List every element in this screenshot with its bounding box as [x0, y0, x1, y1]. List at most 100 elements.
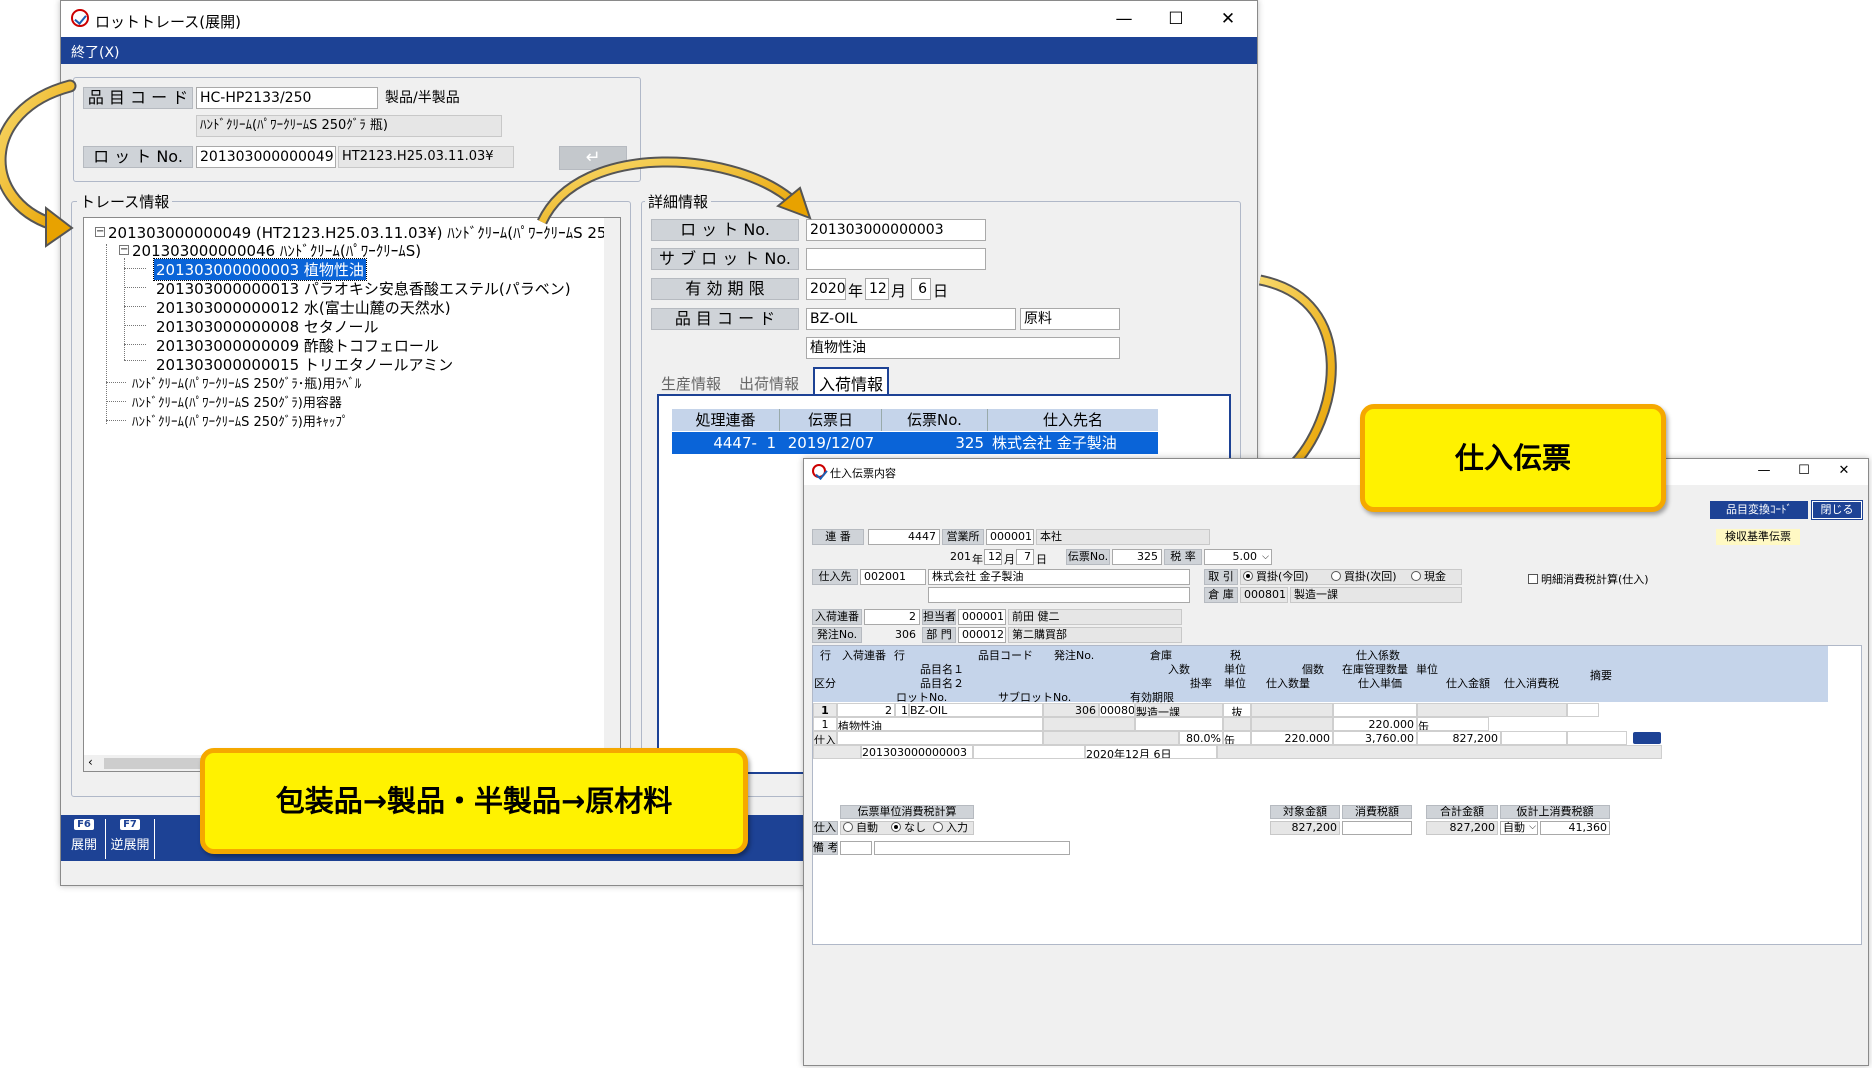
convert-code-button[interactable]: 品目変換ｺｰﾄﾞ — [1710, 501, 1808, 519]
r2-blank2 — [1135, 717, 1223, 731]
soko-code[interactable]: 000801 — [1240, 587, 1288, 603]
r1-hachu[interactable]: 306 — [1043, 703, 1099, 717]
h-unit2: 単位 — [1416, 663, 1438, 676]
kari-value[interactable]: 41,360 — [1540, 821, 1610, 835]
r1-blank — [1251, 703, 1333, 717]
r2-factor[interactable]: 220.000 — [1333, 717, 1417, 731]
torihiki-label: 取 引 — [1204, 569, 1238, 585]
r2-unit[interactable]: 缶 — [1417, 717, 1489, 731]
slip-no-label: 伝票No. — [1066, 549, 1110, 565]
radio-auto[interactable]: 自動 — [843, 822, 878, 834]
r3-qty[interactable]: 220.000 — [1251, 731, 1333, 745]
r2-n[interactable]: 1 — [813, 717, 837, 731]
shohi-label: 消費税額 — [1342, 805, 1412, 819]
r4-blank — [813, 745, 861, 759]
flow-callout: 包装品→製品・半製品→原材料 — [200, 748, 748, 854]
sub-close-icon[interactable]: ✕ — [1824, 459, 1864, 487]
chevron-down-icon: ⌵ — [1529, 822, 1536, 832]
shohi-input[interactable] — [1342, 821, 1412, 835]
radio-on-icon — [891, 822, 901, 832]
tax-rate-value: 5.00 — [1232, 550, 1258, 563]
supplier-label: 仕入先 — [812, 569, 858, 585]
kari-label: 仮計上消費税額 — [1500, 805, 1610, 819]
r1-gyo[interactable]: 1 — [895, 703, 909, 717]
grid-header-row4 — [813, 688, 1828, 702]
supplier-name: 株式会社 金子製油 — [928, 569, 1190, 585]
kari-mode-select[interactable]: 自動 ⌵ — [1500, 821, 1538, 835]
radio-kakeuri-next[interactable]: 買掛(次回) — [1331, 570, 1397, 584]
slip-no-input[interactable]: 325 — [1112, 549, 1162, 565]
close-button[interactable]: 閉じる — [1811, 500, 1863, 520]
r3-amount[interactable]: 827,200 — [1417, 731, 1501, 745]
r1-code[interactable]: BZ-OIL — [909, 703, 1043, 717]
r3-blank — [1043, 731, 1179, 745]
calc-radio-group: 自動 なし 入力 — [840, 821, 974, 835]
h-unit3: 単位 — [1224, 677, 1246, 690]
calc-label: 伝票単位消費税計算 — [840, 805, 974, 819]
r1-line[interactable]: 1 — [813, 703, 837, 717]
r3-shohi[interactable] — [1501, 731, 1567, 745]
arrow-left — [0, 79, 77, 231]
r1-blank4 — [1567, 703, 1599, 717]
office-code[interactable]: 000001 — [986, 529, 1034, 545]
r4-lot[interactable]: 201303000000003 — [861, 745, 973, 759]
h-kubun: 区分 — [814, 677, 836, 690]
radio-kakeuri-now[interactable]: 買掛(今回) — [1243, 570, 1309, 584]
acceptance-badge: 検収基準伝票 — [1716, 529, 1800, 545]
radio-none[interactable]: なし — [891, 822, 926, 834]
r3-rate[interactable]: 80.0% — [1179, 731, 1223, 745]
radio-cash[interactable]: 現金 — [1411, 570, 1446, 584]
r3-tekiyo[interactable] — [1567, 731, 1627, 745]
supplier-name-2 — [928, 587, 1190, 603]
sub-minimize-icon[interactable]: — — [1744, 459, 1784, 487]
h-kakeritsu: 掛率 — [1190, 677, 1212, 690]
sub-maximize-icon[interactable]: ☐ — [1784, 459, 1824, 487]
meisai-tax-checkbox[interactable]: 明細消費税計算(仕入) — [1528, 571, 1649, 587]
tax-rate-label: 税 率 — [1164, 549, 1202, 565]
renban-label: 連 番 — [812, 529, 864, 545]
r3-kubun[interactable]: 仕入 — [813, 731, 837, 745]
shiire-label: 仕入 — [812, 821, 838, 835]
r2-blank3 — [1223, 717, 1251, 731]
date-day[interactable]: 7 — [1016, 549, 1034, 565]
radio-off-icon — [933, 822, 943, 832]
bumon-code[interactable]: 000012 — [958, 627, 1006, 643]
tanto-code[interactable]: 000001 — [958, 609, 1006, 625]
r1-soko: 製造一課 — [1135, 703, 1223, 717]
hachu-input[interactable]: 306 — [864, 627, 920, 643]
tanto-label: 担当者 — [922, 609, 956, 625]
date-month[interactable]: 12 — [984, 549, 1002, 565]
row-action-button[interactable] — [1633, 732, 1661, 744]
sub-window-title: 仕入伝票内容 — [830, 467, 896, 480]
date-year[interactable]: 2019 — [946, 549, 972, 565]
tax-rate-select[interactable]: 5.00 ⌵ — [1204, 549, 1272, 565]
torihiki-radio-group: 買掛(今回) 買掛(次回) 現金 — [1240, 569, 1462, 585]
radio-off-icon — [1331, 571, 1341, 581]
chevron-down-icon: ⌵ — [1262, 552, 1269, 562]
arrow-top — [537, 156, 800, 225]
renban-input[interactable]: 4447 — [868, 529, 940, 545]
r3-price[interactable]: 3,760.00 — [1333, 731, 1417, 745]
nyuka-input[interactable]: 2 — [864, 609, 920, 625]
r2-name[interactable]: 植物性油 — [837, 717, 1043, 731]
date-year-unit: 年 — [972, 553, 983, 566]
supplier-code[interactable]: 002001 — [860, 569, 926, 585]
purchase-callout: 仕入伝票 — [1360, 404, 1666, 512]
biko-input[interactable] — [874, 841, 1070, 855]
purchase-slip-window: 仕入伝票内容 — ☐ ✕ 品目変換ｺｰﾄﾞ 閉じる 検収基準伝票 連 番 444… — [803, 458, 1869, 1066]
r4-sublot[interactable] — [973, 745, 1085, 759]
h-qty: 仕入数量 — [1266, 677, 1310, 690]
r3-unit[interactable]: 缶 — [1223, 731, 1251, 745]
r1-blank3 — [1417, 703, 1567, 717]
r3-name2[interactable] — [837, 731, 1043, 745]
biko-code[interactable] — [840, 841, 872, 855]
r1-tax[interactable]: 抜 — [1223, 703, 1251, 717]
sub-app-icon — [812, 464, 826, 478]
radio-input[interactable]: 入力 — [933, 822, 968, 834]
r4-expiry[interactable]: 2020年12月 6日 — [1085, 745, 1217, 759]
r1-nyuka[interactable]: 2 — [837, 703, 895, 717]
r1-soko-code[interactable]: 000801 — [1099, 703, 1135, 717]
h-nyuka: 入荷連番 — [842, 649, 886, 662]
taisho-value: 827,200 — [1270, 821, 1340, 835]
h-tekiyo: 摘要 — [1590, 669, 1612, 682]
